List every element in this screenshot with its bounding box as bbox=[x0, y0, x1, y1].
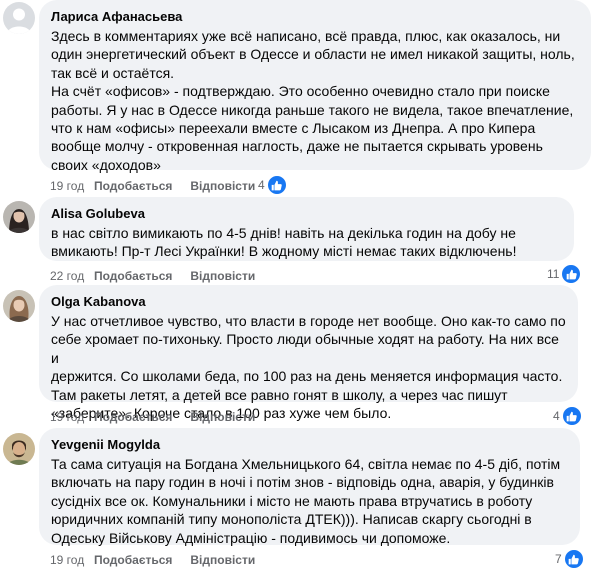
comment-line: что к нам «офисы» переехали вместе с Лыс… bbox=[51, 120, 536, 137]
comment-line: У нас отчетливое чувство, что власти в г… bbox=[51, 313, 566, 329]
comment-author[interactable]: Yevgenii Mogylda bbox=[51, 436, 568, 453]
comment-line: вмикають! Пр-т Лесі Українки! В жодному … bbox=[51, 243, 517, 260]
comment-text: Здесь в комментариях уже всё написано, в… bbox=[51, 27, 579, 174]
reaction-summary[interactable]: 4 bbox=[553, 406, 582, 426]
user-photo-icon bbox=[3, 201, 35, 233]
comment-line: своих «доходов» bbox=[51, 156, 161, 173]
reply-button[interactable]: Відповісти bbox=[190, 178, 255, 194]
avatar[interactable] bbox=[3, 201, 35, 233]
reply-button[interactable]: Відповісти bbox=[190, 552, 255, 568]
comment-line: держится. Со школами беда, по 100 раз на… bbox=[51, 368, 563, 385]
comment-actions: 19 год Подобається Відповісти bbox=[50, 552, 255, 568]
comment-line: Одеську Військову Адміністрацію - подиви… bbox=[51, 529, 451, 546]
comment-bubble: Лариса Афанасьева Здесь в комментариях у… bbox=[39, 0, 591, 173]
reaction-summary[interactable]: 11 bbox=[547, 264, 582, 284]
thumbs-up-icon bbox=[561, 264, 582, 284]
comment-line: работы. Я у нас в Одессе никогда раньше … bbox=[51, 101, 574, 118]
comment-text: У нас отчетливое чувство, что власти в г… bbox=[51, 312, 566, 422]
like-button[interactable]: Подобається bbox=[94, 178, 172, 194]
reaction-count: 7 bbox=[555, 552, 562, 566]
comment-line: сусідніх все ок. Комунальники і місто не… bbox=[51, 492, 533, 509]
comment-timestamp[interactable]: 19 год bbox=[50, 178, 94, 194]
comment-author[interactable]: Alisa Golubeva bbox=[51, 205, 562, 222]
reaction-count: 4 bbox=[553, 409, 560, 423]
like-button[interactable]: Подобається bbox=[94, 552, 172, 568]
comment-timestamp[interactable]: 19 год bbox=[50, 409, 94, 425]
reaction-summary[interactable]: 4 bbox=[258, 175, 287, 195]
reaction-count: 4 bbox=[258, 178, 265, 192]
comment-timestamp[interactable]: 19 год bbox=[50, 552, 94, 568]
thumbs-up-icon bbox=[561, 406, 582, 426]
comment-line: один энергетический объект в Одессе и об… bbox=[51, 46, 575, 63]
comment-line: включать на пару годин в ночі і потім зн… bbox=[51, 474, 554, 491]
reply-button[interactable]: Відповісти bbox=[190, 268, 255, 284]
comment-line: в нас світло вимикають по 4-5 днів! наві… bbox=[51, 225, 516, 241]
like-button[interactable]: Подобається bbox=[94, 409, 172, 425]
comment-timestamp[interactable]: 22 год bbox=[50, 268, 94, 284]
comment-line: вообще молчу - откровенная наглость, даж… bbox=[51, 138, 543, 155]
reply-button[interactable]: Відповісти bbox=[190, 409, 255, 425]
comment-thread: Лариса Афанасьева Здесь в комментариях у… bbox=[0, 0, 602, 572]
thumbs-up-icon bbox=[563, 549, 584, 569]
avatar[interactable] bbox=[3, 433, 35, 465]
default-avatar-icon bbox=[3, 2, 35, 34]
comment-actions: 22 год Подобається Відповісти bbox=[50, 268, 255, 284]
comment-line: Здесь в комментариях уже всё написано, в… bbox=[51, 28, 561, 44]
comment-actions: 19 год Подобається Відповісти bbox=[50, 409, 255, 425]
like-button[interactable]: Подобається bbox=[94, 268, 172, 284]
comment-line: На счёт «офисов» - подтверждаю. Это особ… bbox=[51, 83, 550, 100]
user-photo-icon bbox=[3, 433, 35, 465]
thumbs-up-icon bbox=[266, 175, 287, 195]
user-photo-icon bbox=[3, 290, 35, 322]
comment-line: юридичних компаній типу монополіста ДТЕК… bbox=[51, 511, 532, 528]
comment-actions: 19 год Подобається Відповісти bbox=[50, 178, 255, 194]
avatar[interactable] bbox=[3, 2, 35, 34]
reaction-count: 11 bbox=[547, 267, 560, 281]
comment-line: так всё и остаётся. bbox=[51, 64, 175, 81]
comment-bubble: Yevgenii Mogylda Та сама ситуація на Бог… bbox=[39, 428, 580, 547]
avatar[interactable] bbox=[3, 290, 35, 322]
comment-text: в нас світло вимикають по 4-5 днів! наві… bbox=[51, 224, 562, 261]
comment-bubble: Olga Kabanova У нас отчетливое чувство, … bbox=[39, 285, 578, 421]
comment-line: Там ракеты летят, а детей все равно гоня… bbox=[51, 386, 508, 403]
comment-author[interactable]: Лариса Афанасьева bbox=[51, 8, 579, 25]
comment-author[interactable]: Olga Kabanova bbox=[51, 293, 566, 310]
reaction-summary[interactable]: 7 bbox=[555, 549, 584, 569]
comment-line: Та сама ситуація на Богдана Хмельницьког… bbox=[51, 456, 561, 472]
comment-bubble: Alisa Golubeva в нас світло вимикають по… bbox=[39, 197, 574, 261]
comment-line: себе хромает по-тихоньку. Просто люди об… bbox=[51, 331, 559, 366]
comment-text: Та сама ситуація на Богдана Хмельницьког… bbox=[51, 455, 568, 547]
